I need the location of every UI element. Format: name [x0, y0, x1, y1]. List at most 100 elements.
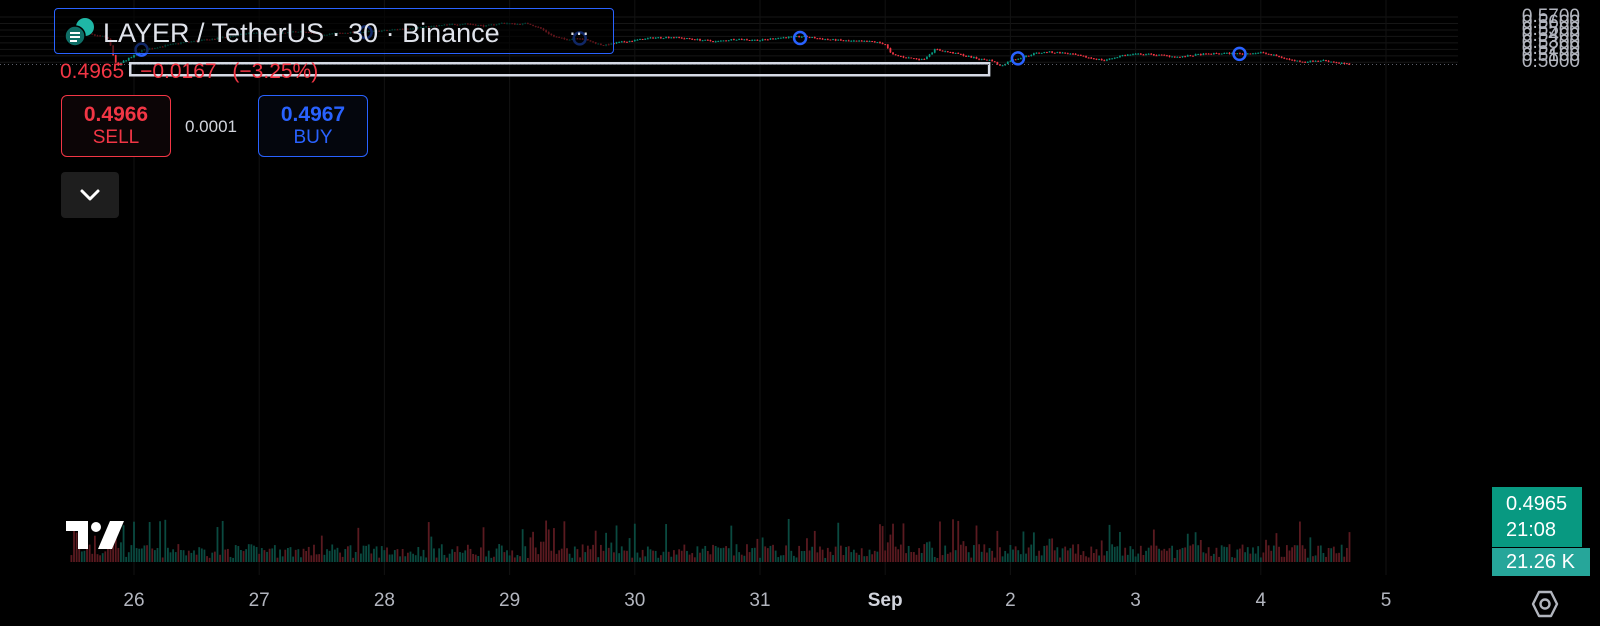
volume-bar	[532, 531, 534, 562]
candle-body	[1309, 60, 1312, 62]
volume-bar	[104, 551, 107, 562]
volume-bar	[1176, 549, 1179, 562]
more-options-icon[interactable]: ⋯	[569, 21, 591, 46]
candle-body	[1241, 53, 1244, 55]
candle-body	[649, 37, 652, 39]
candle-body	[1106, 59, 1108, 61]
volume-bar	[328, 550, 331, 562]
symbol-header[interactable]: LAYER / TetherUS · 30 · Binance ⋯	[54, 8, 614, 54]
volume-bar	[1312, 556, 1314, 562]
volume-bar	[853, 549, 855, 562]
settings-icon[interactable]	[1531, 590, 1559, 618]
volume-bar	[352, 557, 354, 562]
volume-bar	[967, 552, 970, 562]
candle-body	[1038, 52, 1040, 54]
volume-bar	[206, 556, 208, 562]
volume-bar	[521, 529, 524, 562]
volume-bar	[148, 521, 151, 562]
volume-bar	[926, 542, 928, 562]
volume-bar	[1272, 545, 1275, 562]
candle-body	[1340, 63, 1343, 65]
volume-bar	[83, 550, 86, 562]
candle-body	[1046, 51, 1048, 53]
volume-bar	[378, 557, 381, 562]
volume-bar	[1270, 550, 1273, 562]
candle-body	[949, 51, 952, 53]
candle-body	[811, 37, 814, 39]
volume-bar	[727, 548, 730, 562]
candle-body	[1119, 55, 1121, 58]
volume-bar	[273, 545, 276, 562]
candlestick-chart[interactable]	[0, 0, 1490, 580]
candle-body	[991, 59, 994, 62]
volume-bar	[365, 545, 368, 562]
volume-bar	[693, 557, 696, 562]
chart-area[interactable]	[0, 0, 1490, 580]
volume-bar	[519, 556, 521, 562]
volume-bar	[899, 544, 902, 562]
volume-bar	[868, 549, 871, 562]
candle-body	[1199, 54, 1202, 56]
volume-bar	[495, 548, 498, 562]
volume-bar	[198, 547, 201, 562]
candle-body	[1293, 60, 1296, 62]
volume-bar	[1017, 550, 1020, 562]
candle-body	[1202, 53, 1205, 56]
volume-bar	[459, 552, 461, 562]
candle-body	[727, 40, 730, 42]
candle-body	[686, 38, 688, 40]
candle-body	[1283, 57, 1286, 59]
candle-body	[1176, 56, 1179, 58]
time-axis-label: 4	[1255, 590, 1267, 611]
volume-bar	[1074, 553, 1077, 562]
volume-bar	[508, 555, 511, 562]
candle-body	[1194, 54, 1197, 56]
volume-bar	[735, 544, 738, 562]
candle-body	[1082, 55, 1085, 57]
volume-bar	[1139, 545, 1142, 562]
buy-button[interactable]: 0.4967 BUY	[258, 95, 368, 157]
volume-bar	[339, 552, 341, 562]
candle-body	[1103, 60, 1106, 62]
volume-bar	[910, 551, 913, 562]
candle-body	[1090, 57, 1093, 59]
volume-bar	[464, 550, 467, 562]
candle-body	[766, 39, 769, 41]
volume-bar	[1233, 557, 1236, 562]
candle-body	[675, 36, 678, 38]
volume-bar	[553, 528, 555, 562]
time-axis-label: 26	[123, 590, 145, 611]
candle-body	[899, 55, 902, 57]
sell-button[interactable]: 0.4966 SELL	[61, 95, 171, 157]
candle-body	[759, 40, 761, 42]
volume-bar	[1168, 548, 1171, 562]
candle-body	[782, 37, 785, 39]
volume-bar	[401, 548, 404, 562]
collapse-toolbar-button[interactable]	[61, 172, 119, 218]
volume-bar	[819, 546, 821, 562]
volume-bar	[769, 545, 772, 562]
candle-body	[1129, 54, 1132, 56]
quote-line: 0.4965 −0.0167 (−3.25%)	[60, 60, 328, 84]
volume-bar	[858, 554, 861, 562]
candle-body	[847, 40, 850, 42]
volume-bar	[167, 547, 169, 562]
candle-body	[910, 57, 913, 59]
volume-bar	[779, 555, 782, 562]
volume-bar	[1343, 556, 1346, 562]
volume-bar	[764, 546, 767, 562]
volume-bar	[1335, 553, 1338, 562]
volume-bar	[586, 545, 589, 562]
candle-body	[1152, 54, 1155, 56]
volume-bar	[466, 544, 469, 562]
candle-body	[1137, 53, 1140, 55]
candle-body	[774, 38, 777, 40]
volume-bar	[266, 551, 268, 562]
volume-bar	[615, 525, 618, 562]
volume-bar	[516, 555, 519, 562]
volume-bar	[438, 548, 441, 562]
volume-bar	[592, 544, 594, 562]
volume-bar	[806, 538, 808, 562]
volume-bar	[503, 552, 506, 562]
volume-bar	[1275, 533, 1278, 562]
